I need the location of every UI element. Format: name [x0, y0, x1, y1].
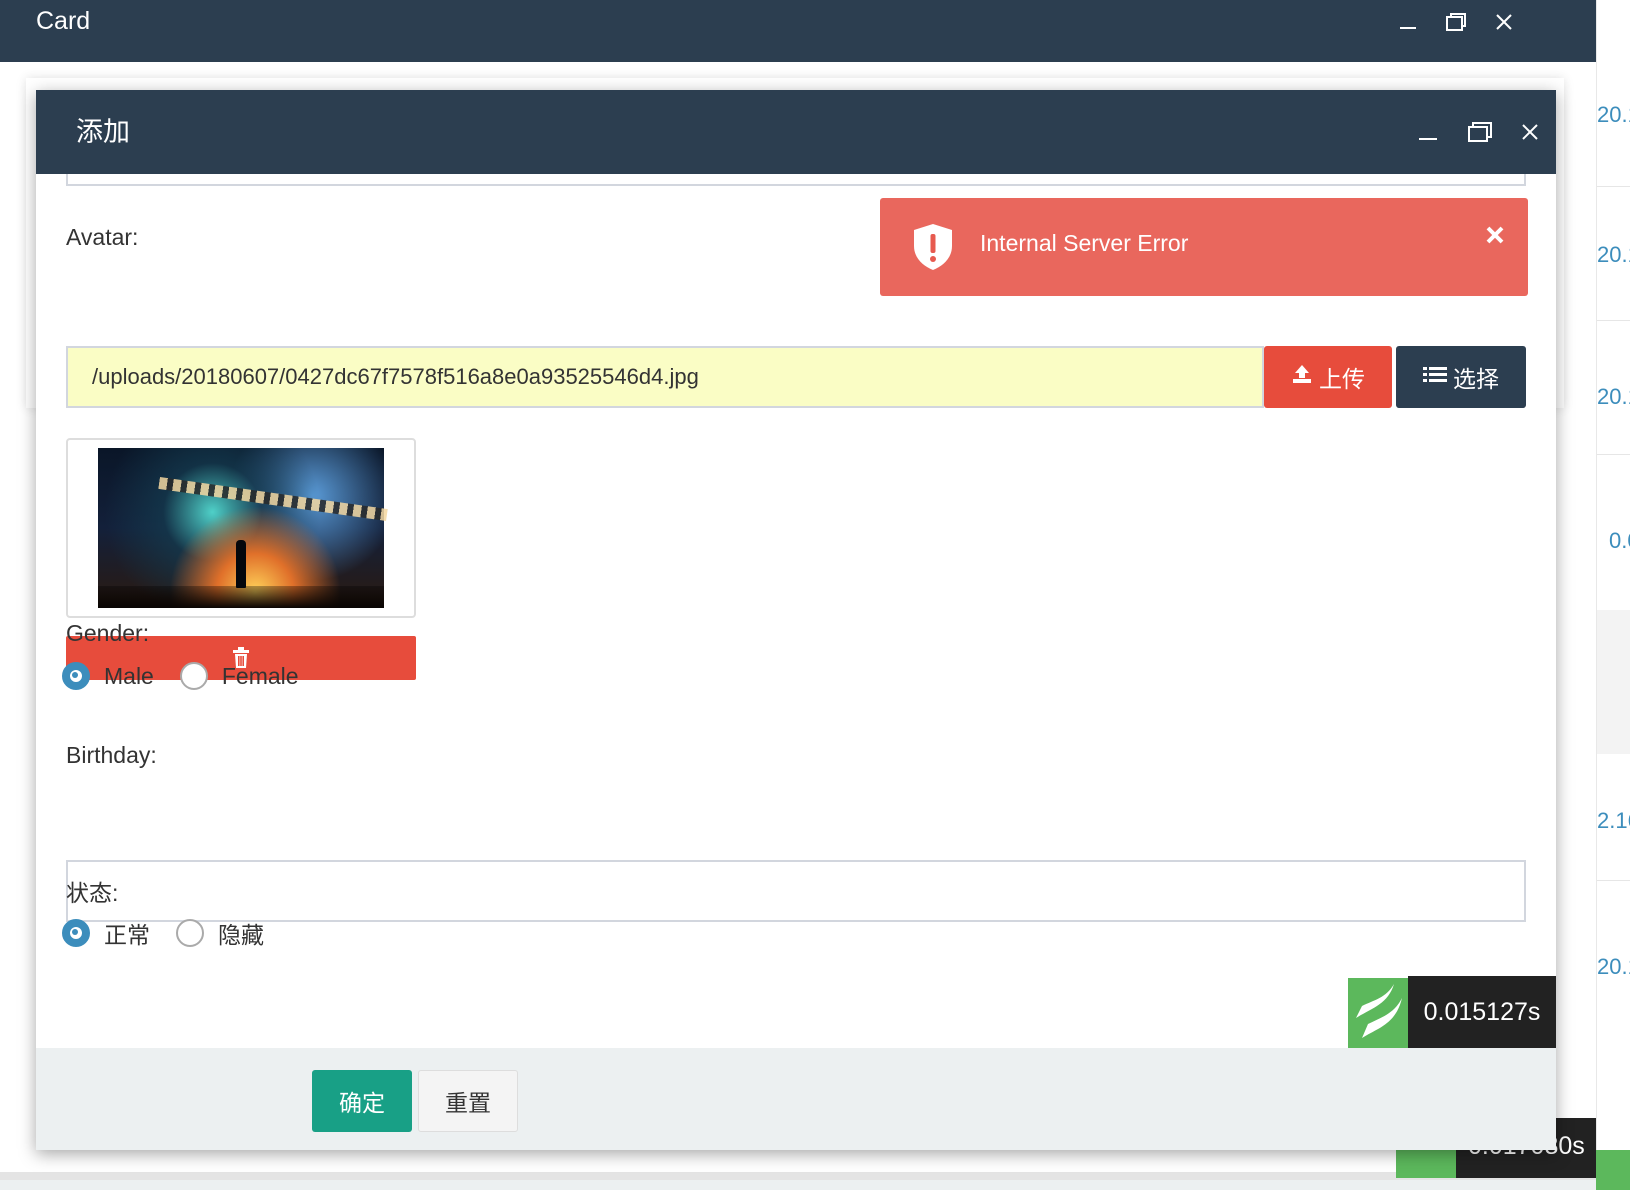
gender-option-male[interactable]: Male — [62, 662, 154, 690]
list-icon — [1423, 364, 1447, 391]
maximize-icon — [1446, 13, 1466, 31]
outer-window-title: Card — [36, 7, 91, 35]
table-cell-value: 20.1 — [1597, 954, 1630, 979]
birthday-label: Birthday: — [66, 742, 157, 768]
outer-titlebar: Card — [0, 0, 1596, 62]
gender-radio-group: Male Female — [62, 662, 325, 690]
dialog-title: 添加 — [76, 117, 130, 147]
minimize-icon — [1400, 27, 1416, 29]
logo-icon — [1396, 1150, 1456, 1178]
dialog-close-button[interactable] — [1510, 116, 1550, 148]
dialog-maximize-button[interactable] — [1460, 116, 1500, 148]
close-icon — [1486, 226, 1504, 244]
table-cell-value: 20.1 — [1597, 102, 1630, 127]
avatar-preview — [66, 438, 416, 618]
background-table-edge: 20.1 20.1 20.1 0.0 2.16 20.1 — [1596, 0, 1630, 1190]
avatar-thumbnail[interactable] — [98, 448, 388, 608]
logo-icon — [1596, 1150, 1630, 1190]
table-row-highlight — [1597, 610, 1630, 754]
avatar-path-input[interactable]: /uploads/20180607/0427dc67f7578f516a8e0a… — [66, 346, 1264, 408]
dialog-minimize-button[interactable] — [1408, 116, 1448, 148]
radio-label: 隐藏 — [218, 922, 264, 948]
shield-exclamation-icon — [914, 224, 952, 270]
radio-label: Female — [221, 662, 299, 689]
text-input[interactable] — [66, 174, 1526, 186]
radio-label: 正常 — [104, 922, 150, 948]
table-row-divider — [1597, 880, 1630, 881]
close-icon — [1522, 124, 1538, 140]
table-cell-value: 20.1 — [1597, 384, 1630, 409]
select-button-label: 选择 — [1453, 366, 1499, 392]
status-label: 状态: — [66, 880, 119, 906]
table-cell-value: 0.0 — [1609, 528, 1630, 553]
outer-close-button[interactable] — [1484, 6, 1524, 38]
radio-label: Male — [104, 662, 154, 689]
error-toast: Internal Server Error — [880, 198, 1528, 296]
upload-button-label: 上传 — [1319, 366, 1365, 392]
status-option-normal[interactable]: 正常 — [62, 916, 150, 950]
close-icon — [1496, 14, 1512, 30]
outer-bottom-strip — [0, 1172, 1596, 1180]
select-button[interactable]: 选择 — [1396, 346, 1526, 408]
outer-maximize-button[interactable] — [1436, 6, 1476, 38]
outer-minimize-button[interactable] — [1388, 6, 1428, 38]
maximize-icon — [1468, 122, 1492, 142]
birthday-input[interactable] — [66, 860, 1526, 922]
minimize-icon — [1419, 138, 1437, 140]
status-option-hidden[interactable]: 隐藏 — [176, 916, 264, 950]
dialog-titlebar[interactable]: 添加 — [36, 90, 1556, 174]
timing-text: 0.015127s — [1423, 997, 1541, 1026]
dialog-footer: 确定 重置 — [36, 1048, 1556, 1150]
toast-message: Internal Server Error — [980, 230, 1189, 256]
radio-button[interactable] — [179, 662, 208, 690]
reset-button[interactable]: 重置 — [418, 1070, 518, 1132]
confirm-button[interactable]: 确定 — [312, 1070, 412, 1132]
toast-close-button[interactable] — [1480, 220, 1510, 250]
status-radio-group: 正常 隐藏 — [62, 916, 290, 950]
gender-option-female[interactable]: Female — [179, 662, 299, 690]
timing-badge: 0.015127s — [1348, 976, 1556, 1048]
radio-button[interactable] — [62, 662, 90, 690]
table-row-divider — [1597, 320, 1630, 321]
dialog-form: Avatar: /uploads/20180607/0427dc67f7578f… — [36, 174, 1556, 1048]
upload-icon — [1291, 363, 1313, 391]
upload-button[interactable]: 上传 — [1264, 346, 1392, 408]
table-row-divider — [1597, 454, 1630, 455]
logo-icon — [1348, 978, 1408, 1048]
gender-label: Gender: — [66, 620, 150, 646]
radio-button[interactable] — [62, 919, 90, 947]
table-cell-value: 2.16 — [1597, 808, 1630, 833]
table-cell-value: 20.1 — [1597, 242, 1630, 267]
avatar-label: Avatar: — [66, 224, 139, 250]
radio-button[interactable] — [176, 919, 204, 947]
table-row-divider — [1597, 186, 1630, 187]
